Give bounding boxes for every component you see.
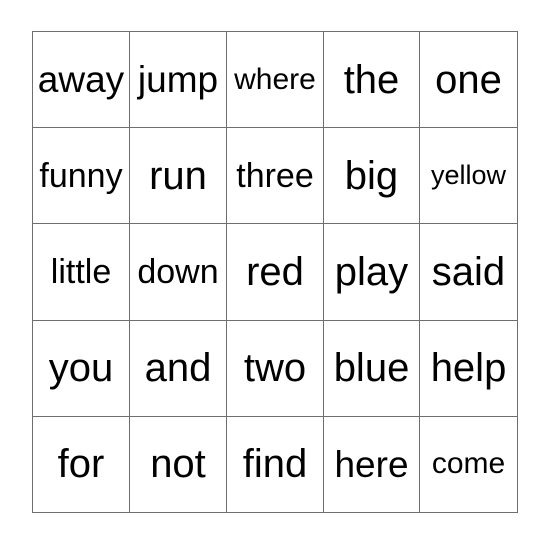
bingo-cell-r0c0[interactable]: away [32,30,130,129]
bingo-cell-word: away [37,59,125,101]
bingo-cell-r4c1[interactable]: not [129,415,227,514]
bingo-cell-word: the [343,57,400,102]
bingo-cell-word: jump [137,59,219,101]
bingo-row: you and two blue help [32,319,518,417]
bingo-cell-r3c3[interactable]: blue [323,319,420,417]
bingo-grid: away jump where the one funny run three … [32,30,518,514]
bingo-cell-r4c2[interactable]: find [226,415,324,514]
bingo-cell-word: red [246,249,304,294]
bingo-cell-r1c4[interactable]: yellow [419,127,518,225]
bingo-cell-word: two [243,346,307,391]
bingo-cell-word: down [137,252,219,291]
bingo-row: little down red play said [32,223,518,321]
bingo-cell-r1c0[interactable]: funny [32,127,130,225]
bingo-cell-word: and [144,346,212,391]
bingo-cell-r2c3[interactable]: play [323,223,420,321]
bingo-row: for not find here come [32,415,518,514]
bingo-cell-word: three [236,156,314,195]
bingo-cell-word: you [48,346,114,391]
bingo-cell-word: blue [333,346,410,391]
bingo-cell-r2c2[interactable]: red [226,223,324,321]
bingo-grid-body: away jump where the one funny run three … [32,30,518,514]
bingo-cell-r3c1[interactable]: and [129,319,227,417]
bingo-cell-r1c1[interactable]: run [129,127,227,225]
bingo-cell-r0c1[interactable]: jump [129,30,227,129]
bingo-cell-r3c4[interactable]: help [419,319,518,417]
bingo-cell-word: not [150,442,206,487]
bingo-cell-word: run [149,153,207,198]
bingo-cell-r3c2[interactable]: two [226,319,324,417]
bingo-cell-word: where [234,62,316,96]
bingo-cell-r1c2[interactable]: three [226,127,324,225]
bingo-cell-word: said [431,249,506,294]
bingo-cell-word: one [435,57,502,102]
bingo-cell-word: little [50,252,112,291]
bingo-cell-r0c3[interactable]: the [323,30,420,129]
bingo-cell-r2c1[interactable]: down [129,223,227,321]
bingo-cell-r2c0[interactable]: little [32,223,130,321]
bingo-cell-r0c4[interactable]: one [419,30,518,129]
bingo-cell-word: help [430,346,507,391]
bingo-cell-r4c3[interactable]: here [323,415,420,514]
bingo-row: away jump where the one [32,30,518,129]
bingo-cell-word: yellow [430,160,507,191]
bingo-cell-r4c4[interactable]: come [419,415,518,514]
bingo-cell-word: big [344,153,399,198]
bingo-cell-r1c3[interactable]: big [323,127,420,225]
bingo-cell-word: play [334,249,409,294]
bingo-cell-r4c0[interactable]: for [32,415,130,514]
bingo-cell-word: come [431,447,506,481]
bingo-card-page: away jump where the one funny run three … [0,0,544,544]
bingo-row: funny run three big yellow [32,127,518,225]
bingo-cell-word: here [334,443,409,485]
bingo-cell-word: find [242,442,308,487]
bingo-cell-r0c2[interactable]: where [226,30,324,129]
bingo-cell-word: funny [39,156,123,195]
bingo-cell-r2c4[interactable]: said [419,223,518,321]
bingo-cell-word: for [57,442,105,487]
bingo-cell-r3c0[interactable]: you [32,319,130,417]
